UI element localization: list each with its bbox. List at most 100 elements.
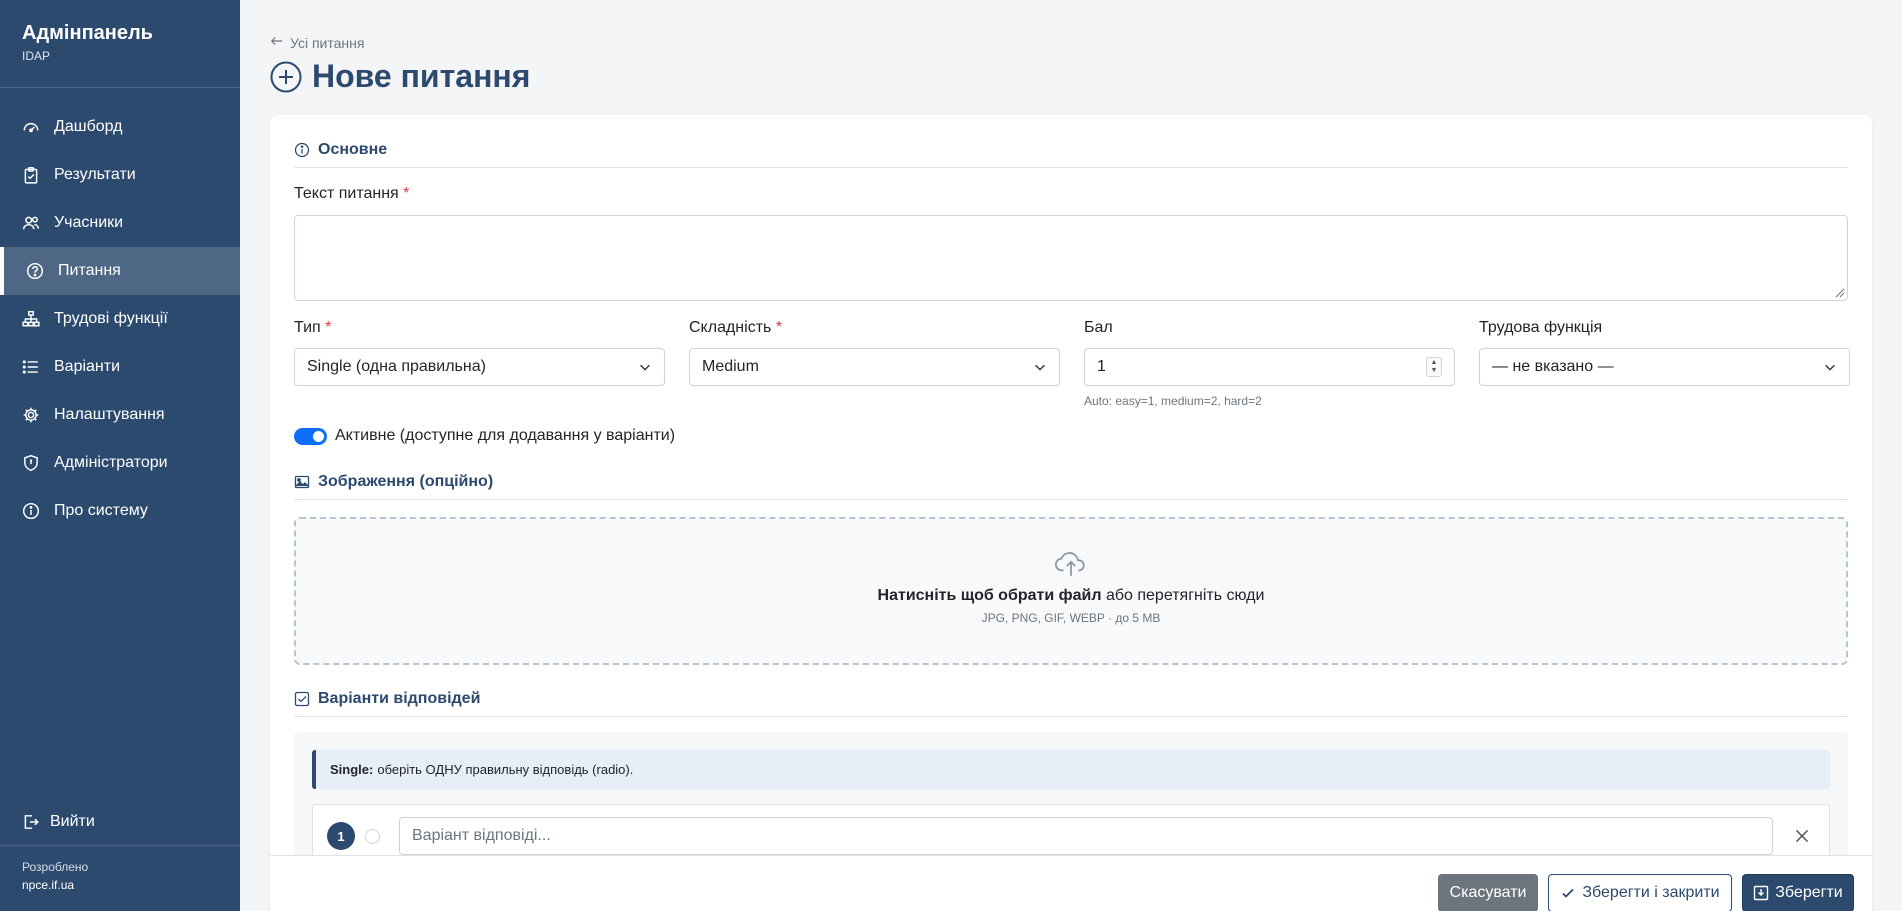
sidebar-item-label: Дашборд bbox=[54, 118, 123, 135]
required-mark: * bbox=[775, 319, 783, 336]
chevron-down-icon bbox=[640, 364, 650, 371]
close-icon[interactable] bbox=[1793, 827, 1811, 845]
cancel-button[interactable]: Скасувати bbox=[1438, 874, 1538, 911]
spinner-down-icon[interactable]: ▼ bbox=[1431, 367, 1438, 375]
question-text-input[interactable] bbox=[294, 215, 1848, 301]
page-title: Нове питання bbox=[270, 58, 530, 95]
cancel-button-label: Скасувати bbox=[1449, 884, 1527, 901]
save-icon bbox=[1753, 885, 1769, 901]
sidebar-item-label: Питання bbox=[58, 262, 121, 279]
chevron-down-icon bbox=[1035, 364, 1045, 371]
shield-icon bbox=[22, 454, 40, 472]
save-and-close-label: Зберегти і закрити bbox=[1582, 884, 1720, 901]
clipboard-icon bbox=[22, 166, 40, 184]
list-icon bbox=[22, 358, 40, 376]
resize-handle-icon[interactable] bbox=[1833, 286, 1845, 298]
question-text-label: Текст питання * bbox=[294, 185, 409, 203]
section-answers-title: Варіанти відповідей bbox=[318, 690, 481, 707]
gear-icon bbox=[22, 406, 40, 424]
dashboard-icon bbox=[22, 118, 40, 136]
active-toggle[interactable] bbox=[294, 427, 327, 445]
brand: Адмінпанель IDAP bbox=[0, 0, 240, 88]
brand-title: Адмінпанель bbox=[22, 22, 153, 44]
sidebar-item-questions[interactable]: Питання bbox=[0, 247, 240, 295]
back-link-label: Усі питання bbox=[290, 34, 365, 51]
credit-link[interactable]: npce.if.ua bbox=[22, 876, 88, 894]
score-input-value: 1 bbox=[1097, 358, 1106, 375]
answer-correct-radio[interactable] bbox=[365, 829, 380, 844]
credit: Розроблено npce.if.ua bbox=[22, 858, 88, 894]
info-icon bbox=[22, 502, 40, 520]
sidebar-item-results[interactable]: Результати bbox=[0, 151, 240, 199]
type-label: Тип * bbox=[294, 319, 331, 337]
type-select-value: Single (одна правильна) bbox=[307, 358, 486, 375]
answer-placeholder: Варіант відповіді... bbox=[412, 827, 551, 844]
section-basic-title: Основне bbox=[318, 141, 388, 158]
upload-instruction-rest: або перетягніть сюди bbox=[1101, 587, 1265, 604]
section-basic-header: Основне bbox=[294, 141, 1848, 168]
active-toggle-row: Активне (доступне для додавання у варіан… bbox=[294, 427, 675, 445]
difficulty-select[interactable]: Medium bbox=[689, 348, 1060, 386]
score-hint: Auto: easy=1, medium=2, hard=2 bbox=[1084, 394, 1262, 408]
credit-text: Розроблено bbox=[22, 860, 89, 874]
save-button-label: Зберегти bbox=[1775, 884, 1843, 901]
sidebar-nav: Дашборд Результати Учасники Питання Труд… bbox=[0, 103, 240, 535]
score-label-text: Бал bbox=[1084, 319, 1113, 336]
plus-circle-icon bbox=[270, 61, 302, 93]
number-spinner[interactable]: ▲ ▼ bbox=[1426, 357, 1442, 377]
sidebar-item-participants[interactable]: Учасники bbox=[0, 199, 240, 247]
section-image-header: Зображення (опційно) bbox=[294, 473, 1848, 500]
score-label: Бал bbox=[1084, 319, 1113, 337]
score-input[interactable]: 1 ▲ ▼ bbox=[1084, 348, 1455, 386]
question-icon bbox=[26, 262, 44, 280]
active-toggle-label: Активне (доступне для додавання у варіан… bbox=[335, 427, 676, 444]
sidebar-item-variants[interactable]: Варіанти bbox=[0, 343, 240, 391]
sidebar-item-job-functions[interactable]: Трудові функції bbox=[0, 295, 240, 343]
sidebar-item-label: Трудові функції bbox=[54, 310, 168, 327]
upload-hint: JPG, PNG, GIF, WEBP · до 5 MB bbox=[981, 611, 1161, 625]
sidebar-item-administrators[interactable]: Адміністратори bbox=[0, 439, 240, 487]
difficulty-label-text: Складність bbox=[689, 319, 772, 336]
sidebar-item-dashboard[interactable]: Дашборд bbox=[0, 103, 240, 151]
arrow-left-icon bbox=[270, 34, 284, 51]
section-image-title: Зображення (опційно) bbox=[318, 473, 494, 490]
question-text-label-text: Текст питання bbox=[294, 185, 399, 202]
back-link[interactable]: Усі питання bbox=[270, 34, 364, 51]
logout-button[interactable]: Вийти bbox=[0, 798, 240, 846]
page-title-text: Нове питання bbox=[312, 58, 531, 94]
image-dropzone[interactable]: Натисніть щоб обрати файл або перетягніт… bbox=[294, 517, 1848, 665]
difficulty-label: Складність * bbox=[689, 319, 782, 337]
sidebar-item-label: Про систему bbox=[54, 502, 148, 519]
logout-label: Вийти bbox=[50, 812, 95, 830]
brand-subtitle: IDAP bbox=[22, 49, 51, 63]
sidebar-item-label: Налаштування bbox=[54, 406, 165, 423]
spinner-up-icon[interactable]: ▲ bbox=[1431, 359, 1438, 367]
upload-instruction-bold: Натисніть щоб обрати файл bbox=[877, 587, 1102, 604]
cloud-upload-icon bbox=[296, 547, 1846, 581]
check-icon bbox=[1560, 885, 1576, 901]
sidebar-item-settings[interactable]: Налаштування bbox=[0, 391, 240, 439]
type-select[interactable]: Single (одна правильна) bbox=[294, 348, 665, 386]
job-function-label-text: Трудова функція bbox=[1479, 319, 1603, 336]
chevron-down-icon bbox=[1825, 364, 1835, 371]
answer-number-badge: 1 bbox=[327, 822, 355, 850]
difficulty-select-value: Medium bbox=[702, 358, 759, 375]
save-and-close-button[interactable]: Зберегти і закрити bbox=[1548, 874, 1732, 911]
sidebar-item-label: Варіанти bbox=[54, 358, 121, 375]
sidebar-item-about[interactable]: Про систему bbox=[0, 487, 240, 535]
sidebar: Адмінпанель IDAP Дашборд Результати Учас… bbox=[0, 0, 240, 911]
question-form-card: Основне Текст питання * Тип * Single (од… bbox=[270, 115, 1872, 911]
action-bar: Скасувати Зберегти і закрити Зберегти bbox=[270, 855, 1872, 911]
save-button[interactable]: Зберегти bbox=[1742, 874, 1854, 911]
checkbox-icon bbox=[294, 691, 310, 707]
job-function-label: Трудова функція bbox=[1479, 319, 1602, 337]
users-icon bbox=[22, 214, 40, 232]
single-mode-note: Single: оберіть ОДНУ правильну відповідь… bbox=[312, 750, 1830, 789]
sidebar-item-label: Адміністратори bbox=[54, 454, 168, 471]
answer-text-input[interactable]: Варіант відповіді... bbox=[399, 817, 1773, 855]
image-icon bbox=[294, 474, 310, 490]
job-function-select-value: — не вказано — bbox=[1492, 358, 1614, 375]
info-icon bbox=[294, 142, 310, 158]
single-note-text: оберіть ОДНУ правильну відповідь (radio)… bbox=[377, 762, 634, 777]
job-function-select[interactable]: — не вказано — bbox=[1479, 348, 1850, 386]
